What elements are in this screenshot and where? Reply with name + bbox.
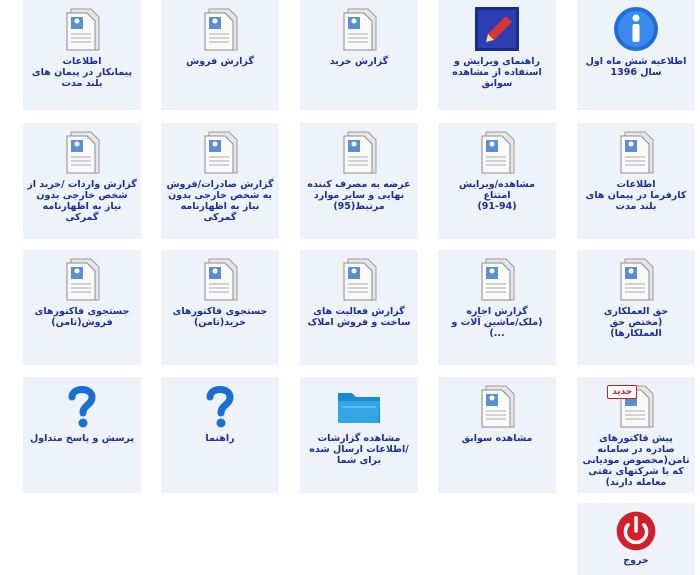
tile-employer-info[interactable]: اطلاعات کارفرما در پیمان های بلند مدت <box>577 123 695 239</box>
tile-view-edit-refuse[interactable]: مشاهده/ویرایش امتناع (91-94) <box>438 123 556 239</box>
tile-label: راهنمای ویرایش و استفاده از مشاهده سوابق <box>452 56 542 89</box>
tile-label: اطلاعیه شش ماه اول سال 1396 <box>585 56 687 78</box>
tile-export-report[interactable]: گزارش صادرات/فروش به شخص خارجی بدون نیاز… <box>161 123 279 239</box>
tile-label: اطلاعات کارفرما در پیمان های بلند مدت <box>585 179 687 212</box>
tile-label: مشاهده سوابق <box>461 433 533 444</box>
power-icon <box>616 511 656 551</box>
document-icon <box>204 131 238 174</box>
tile-label: حق العملکاری (مختص حق العملکارها) <box>603 306 669 339</box>
tile-label: پرسش و پاسخ متداول <box>29 433 135 444</box>
tile-info-6month[interactable]: اطلاعیه شش ماه اول سال 1396 <box>577 0 695 110</box>
tile-label: گزارش واردات /خرید از شخص خارجی بدون نیا… <box>27 179 137 223</box>
document-icon <box>66 258 100 301</box>
tile-construction-report[interactable]: گزارش فعالیت های ساخت و فروش املاک <box>300 250 418 365</box>
document-icon <box>204 8 238 51</box>
question-icon <box>68 386 96 428</box>
tile-final-consumer[interactable]: عرضه به مصرف کننده نهایی و سایر موارد مر… <box>300 123 418 239</box>
tile-import-report[interactable]: گزارش واردات /خرید از شخص خارجی بدون نیا… <box>23 123 141 239</box>
tile-label: اطلاعات پیمانکار در پیمان های بلند مدت <box>31 56 133 89</box>
document-icon <box>66 131 100 174</box>
tile-label: گزارش اجاره (ملک/ماشین آلات و ...) <box>451 306 543 339</box>
tile-label: عرضه به مصرف کننده نهایی و سایر موارد مر… <box>307 179 411 212</box>
tile-label: مشاهده گزارشات /اطلاعات ارسال شده برای ش… <box>309 433 409 466</box>
tile-label: گزارش خرید <box>329 56 389 67</box>
document-icon <box>343 131 377 174</box>
tile-label: جستجوی فاکتورهای خرید(تامن) <box>172 306 268 328</box>
tile-sale-invoice-search[interactable]: جستجوی فاکتورهای فروش(تامن) <box>23 250 141 365</box>
tile-buy-invoice-search[interactable]: جستجوی فاکتورهای خرید(تامن) <box>161 250 279 365</box>
tile-label: پیش فاکتورهای صادره در سامانه تامن(مخصوص… <box>582 433 690 488</box>
tile-exit[interactable]: خروج <box>577 503 695 575</box>
tile-buy-report[interactable]: گزارش خرید <box>300 0 418 110</box>
document-icon <box>481 385 515 428</box>
tile-contractor-info[interactable]: اطلاعات پیمانکار در پیمان های بلند مدت <box>23 0 141 110</box>
tile-guide-edit[interactable]: راهنمای ویرایش و استفاده از مشاهده سوابق <box>438 0 556 110</box>
tile-sale-report[interactable]: گزارش فروش <box>161 0 279 110</box>
tile-label: راهنما <box>205 433 235 444</box>
new-badge: جدید <box>607 385 638 399</box>
tile-label: مشاهده/ویرایش امتناع (91-94) <box>459 179 535 212</box>
tile-view-history[interactable]: مشاهده سوابق <box>438 377 556 493</box>
document-icon <box>343 8 377 51</box>
question-icon <box>206 386 234 428</box>
document-icon <box>66 8 100 51</box>
document-icon <box>481 258 515 301</box>
tile-view-reports[interactable]: مشاهده گزارشات /اطلاعات ارسال شده برای ش… <box>300 377 418 493</box>
document-icon <box>204 258 238 301</box>
tile-fee-report[interactable]: حق العملکاری (مختص حق العملکارها) <box>577 250 695 365</box>
tile-label: گزارش فعالیت های ساخت و فروش املاک <box>307 306 411 328</box>
tile-label: خروج <box>623 555 649 566</box>
tile-faq[interactable]: پرسش و پاسخ متداول <box>23 377 141 493</box>
edit-pencil-icon <box>475 7 519 51</box>
document-icon <box>620 258 654 301</box>
tile-rent-report[interactable]: گزارش اجاره (ملک/ماشین آلات و ...) <box>438 250 556 365</box>
tile-label: جستجوی فاکتورهای فروش(تامن) <box>34 306 130 328</box>
tile-label: گزارش صادرات/فروش به شخص خارجی بدون نیاز… <box>166 179 274 223</box>
folder-icon <box>338 393 380 423</box>
tile-help[interactable]: راهنما <box>161 377 279 493</box>
document-icon <box>620 131 654 174</box>
tile-invoice-preview[interactable]: جدید پیش فاکتورهای صادره در سامانه تامن(… <box>577 377 695 493</box>
info-icon <box>614 7 658 51</box>
tile-label: گزارش فروش <box>186 56 254 67</box>
document-icon <box>343 258 377 301</box>
document-icon <box>481 131 515 174</box>
